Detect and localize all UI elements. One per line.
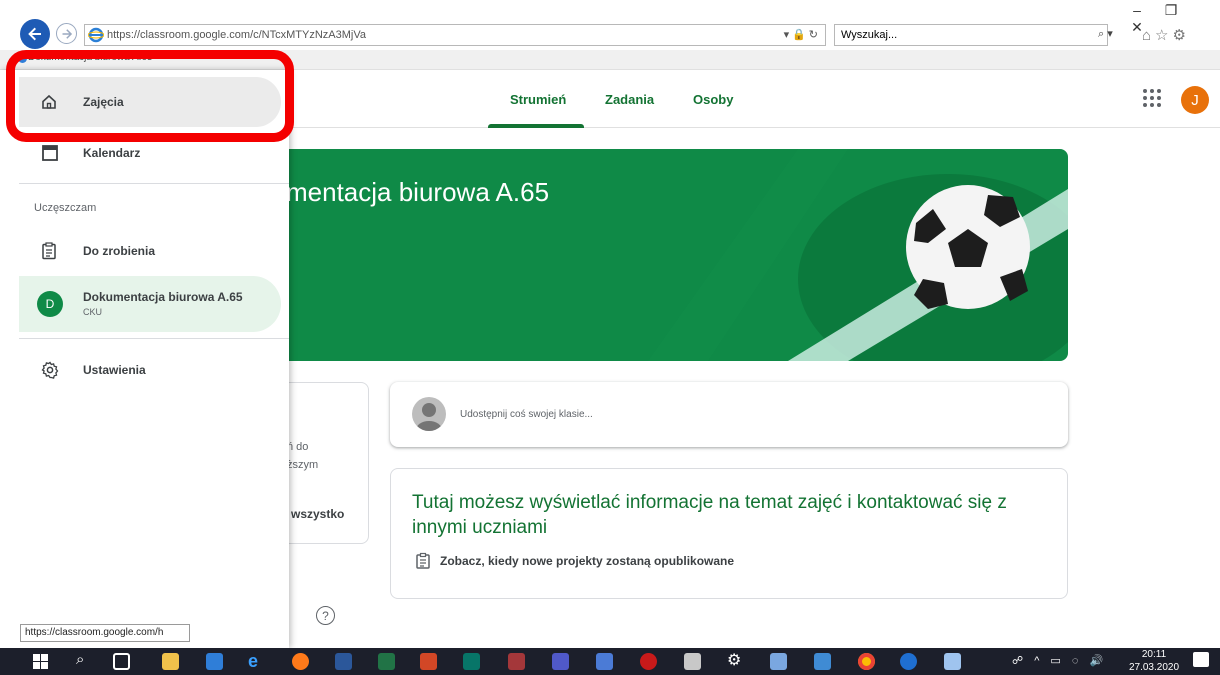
drawer-item-todo[interactable]: Do zrobienia <box>19 226 281 276</box>
teamviewer-icon[interactable] <box>900 653 917 670</box>
highlight-annotation <box>6 50 294 142</box>
notification-icon[interactable] <box>1193 652 1209 667</box>
taskbar-clock[interactable]: 20:11 27.03.2020 <box>1128 648 1180 674</box>
drawer-item-course[interactable]: D Dokumentacja biurowa A.65 CKU <box>19 276 281 332</box>
save-disk-icon[interactable] <box>596 653 613 670</box>
share-placeholder[interactable]: Udostępnij coś swojej klasie... <box>460 409 593 420</box>
info-line: Zobacz, kiedy nowe projekty zostaną opub… <box>414 552 734 570</box>
clock-date: 27.03.2020 <box>1128 662 1180 673</box>
drawer-item-label: Kalendarz <box>83 146 141 160</box>
info-title: Tutaj możesz wyświetlać informacje na te… <box>412 492 1007 538</box>
tab-people[interactable]: Osoby <box>693 92 733 107</box>
clock-time: 20:11 <box>1141 649 1167 660</box>
arrow-right-icon <box>62 28 72 39</box>
course-avatar: D <box>37 291 63 317</box>
person-icon <box>416 403 442 431</box>
drawer-item-settings[interactable]: Ustawienia <box>19 345 281 395</box>
browser-search-input[interactable]: Wyszukaj... <box>834 24 1108 46</box>
class-banner: mentacja biurowa A.65 <box>176 149 1068 361</box>
calculator-icon[interactable] <box>684 653 701 670</box>
publisher-icon[interactable] <box>463 653 480 670</box>
upcoming-line: ższym <box>287 459 319 471</box>
course-section: CKU <box>83 307 103 317</box>
firefox-icon[interactable] <box>292 653 309 670</box>
word-icon[interactable] <box>335 653 352 670</box>
banner-title[interactable]: mentacja biurowa A.65 <box>286 177 549 208</box>
soccer-ball-illustration <box>648 149 1068 361</box>
help-icon[interactable]: ? <box>316 606 335 625</box>
back-button[interactable] <box>20 19 50 49</box>
minimize-icon[interactable]: – <box>1120 2 1154 18</box>
upcoming-line: ń do <box>287 441 309 453</box>
calendar-icon <box>42 145 58 161</box>
status-url: https://classroom.google.com/h <box>20 624 190 642</box>
taskbar-search-icon[interactable]: ⌕ <box>76 651 84 668</box>
todo-list-icon <box>42 242 56 260</box>
ie-logo-icon <box>88 27 104 43</box>
settings-gear-icon[interactable]: ⚙ <box>727 650 741 670</box>
tab-classwork[interactable]: Zadania <box>605 92 654 107</box>
file-explorer-icon[interactable] <box>162 653 179 670</box>
app-icon-light[interactable] <box>944 653 961 670</box>
upcoming-text: ń do ższym <box>287 438 318 474</box>
powerpoint-icon[interactable] <box>420 653 437 670</box>
system-tray-icons[interactable]: ☍ ^ ▭ ◌ 🔊 <box>1012 654 1107 667</box>
address-url: https://classroom.google.com/c/NTcxMTYzN… <box>107 29 366 41</box>
active-tab-indicator <box>488 124 584 128</box>
gear-icon <box>41 361 59 379</box>
app-icon-blue[interactable] <box>770 653 787 670</box>
drawer-divider <box>19 183 289 184</box>
teams-icon[interactable] <box>552 653 569 670</box>
apps-grid-icon[interactable] <box>1143 89 1161 107</box>
browser-favorites-icons[interactable]: ⌂☆⚙ <box>1142 26 1190 44</box>
drawer-section-heading: Uczęszczam <box>34 202 97 214</box>
course-name: Dokumentacja biurowa A.65 <box>83 290 243 304</box>
assignment-icon <box>416 552 430 569</box>
info-line-text: Zobacz, kiedy nowe projekty zostaną opub… <box>440 554 735 568</box>
task-view-icon[interactable] <box>113 653 130 670</box>
user-avatar <box>412 397 446 431</box>
mail-icon[interactable] <box>206 653 223 670</box>
windows-start-icon[interactable] <box>33 654 48 669</box>
address-bar[interactable]: https://classroom.google.com/c/NTcxMTYzN… <box>84 24 826 46</box>
forward-button[interactable] <box>56 23 77 44</box>
drawer-divider <box>19 338 289 339</box>
app-icon-red[interactable] <box>640 653 657 670</box>
app-icon-arrow[interactable] <box>814 653 831 670</box>
arrow-left-icon <box>28 27 41 41</box>
view-all-link[interactable]: wszystko <box>291 507 344 521</box>
chrome-icon[interactable] <box>858 653 875 670</box>
internet-explorer-icon[interactable]: e <box>248 652 265 670</box>
search-icon[interactable]: ⌕ ▾ <box>1098 27 1113 41</box>
account-avatar[interactable]: J <box>1181 86 1209 114</box>
drawer-item-label: Ustawienia <box>83 363 146 377</box>
drawer-item-label: Do zrobienia <box>83 244 156 258</box>
tab-stream[interactable]: Strumień <box>510 92 566 107</box>
access-icon[interactable] <box>508 653 525 670</box>
excel-icon[interactable] <box>378 653 395 670</box>
restore-icon[interactable]: ❐ <box>1154 2 1188 19</box>
address-tools-icon[interactable]: ▾🔒↻ <box>784 28 821 41</box>
